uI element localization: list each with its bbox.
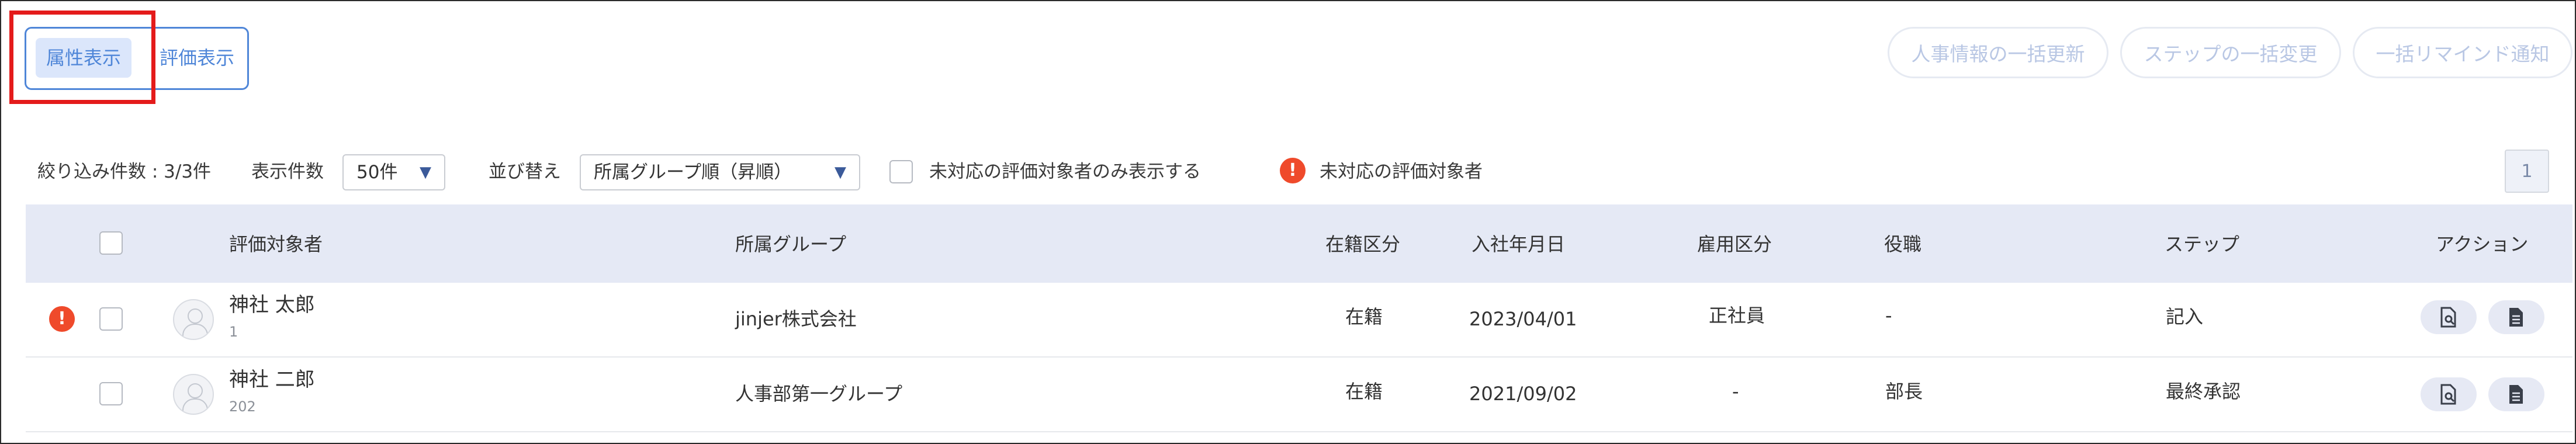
group-cell: jinjer株式会社	[735, 308, 857, 330]
display-count-value: 50件	[356, 162, 398, 183]
document-button[interactable]	[2488, 300, 2544, 334]
display-count-label: 表示件数	[251, 161, 324, 182]
employment-cell: -	[1732, 380, 1739, 403]
unhandled-only-checkbox[interactable]	[889, 160, 913, 183]
bulk-update-hr-button[interactable]: 人事情報の一括更新	[1888, 27, 2108, 78]
target-name[interactable]: 神社 太郎	[229, 293, 315, 317]
status-cell: 在籍	[1345, 380, 1383, 403]
exclamation-circle-icon: !	[1280, 158, 1306, 183]
table-header: 評価対象者 所属グループ 在籍区分 入社年月日 雇用区分 役職 ステップ アクシ…	[26, 204, 2572, 283]
view-evaluation-button[interactable]: 評価表示	[149, 38, 245, 78]
target-id: 202	[229, 398, 256, 415]
view-toggle-group: 属性表示 評価表示	[25, 27, 249, 90]
join-date-cell: 2023/04/01	[1469, 308, 1577, 330]
step-cell: 記入	[2166, 306, 2204, 328]
header-target: 評価対象者	[229, 233, 323, 255]
header-join-date: 入社年月日	[1471, 233, 1566, 255]
view-attributes-button[interactable]: 属性表示	[36, 38, 132, 78]
position-cell: -	[1885, 304, 1892, 327]
status-cell: 在籍	[1345, 306, 1383, 328]
group-cell: 人事部第一グループ	[735, 383, 903, 405]
preview-button[interactable]	[2421, 377, 2477, 411]
sort-value: 所属グループ順（昇順）	[594, 162, 792, 183]
document-icon	[2509, 308, 2523, 327]
page-1-button[interactable]: 1	[2505, 150, 2549, 193]
filter-count-label: 絞り込み件数 : 3/3件	[37, 161, 212, 182]
sort-label: 並び替え	[489, 161, 561, 182]
document-search-icon	[2440, 307, 2456, 328]
row-checkbox[interactable]	[99, 382, 123, 405]
table-row: 神社 二郎 202 人事部第一グループ 在籍 2021/09/02 - 部長 最…	[26, 358, 2572, 432]
bulk-remind-button[interactable]: 一括リマインド通知	[2353, 27, 2572, 78]
caret-down-icon: ▼	[835, 164, 846, 181]
position-cell: 部長	[1885, 380, 1923, 403]
target-id: 1	[229, 324, 238, 340]
sort-select[interactable]: 所属グループ順（昇順） ▼	[580, 154, 860, 190]
select-all-checkbox[interactable]	[99, 231, 123, 255]
header-actions: アクション	[2436, 233, 2529, 255]
row-checkbox[interactable]	[99, 307, 123, 331]
caret-down-icon: ▼	[420, 164, 431, 181]
employment-cell: 正社員	[1709, 304, 1765, 327]
exclamation-circle-icon: !	[49, 306, 75, 332]
user-placeholder-icon	[173, 299, 214, 340]
target-name[interactable]: 神社 二郎	[229, 368, 315, 391]
header-position: 役職	[1884, 233, 1922, 255]
table-row: ! 神社 太郎 1 jinjer株式会社 在籍 2023/04/01 正社員 -…	[26, 283, 2572, 358]
join-date-cell: 2021/09/02	[1469, 383, 1577, 405]
bulk-change-step-button[interactable]: ステップの一括変更	[2120, 27, 2341, 78]
document-icon	[2509, 385, 2523, 404]
app-frame: 属性表示 評価表示 人事情報の一括更新 ステップの一括変更 一括リマインド通知 …	[0, 0, 2576, 444]
display-count-select[interactable]: 50件 ▼	[342, 154, 445, 190]
preview-button[interactable]	[2421, 300, 2477, 334]
unhandled-only-label: 未対応の評価対象者のみ表示する	[929, 161, 1201, 182]
document-search-icon	[2440, 384, 2456, 405]
unhandled-legend-label: 未対応の評価対象者	[1320, 161, 1483, 182]
document-button[interactable]	[2488, 377, 2544, 411]
header-group: 所属グループ	[735, 233, 847, 255]
header-step: ステップ	[2165, 233, 2240, 255]
user-placeholder-icon	[173, 374, 214, 415]
step-cell: 最終承認	[2166, 380, 2241, 403]
header-status: 在籍区分	[1325, 233, 1401, 255]
header-employment: 雇用区分	[1697, 233, 1772, 255]
